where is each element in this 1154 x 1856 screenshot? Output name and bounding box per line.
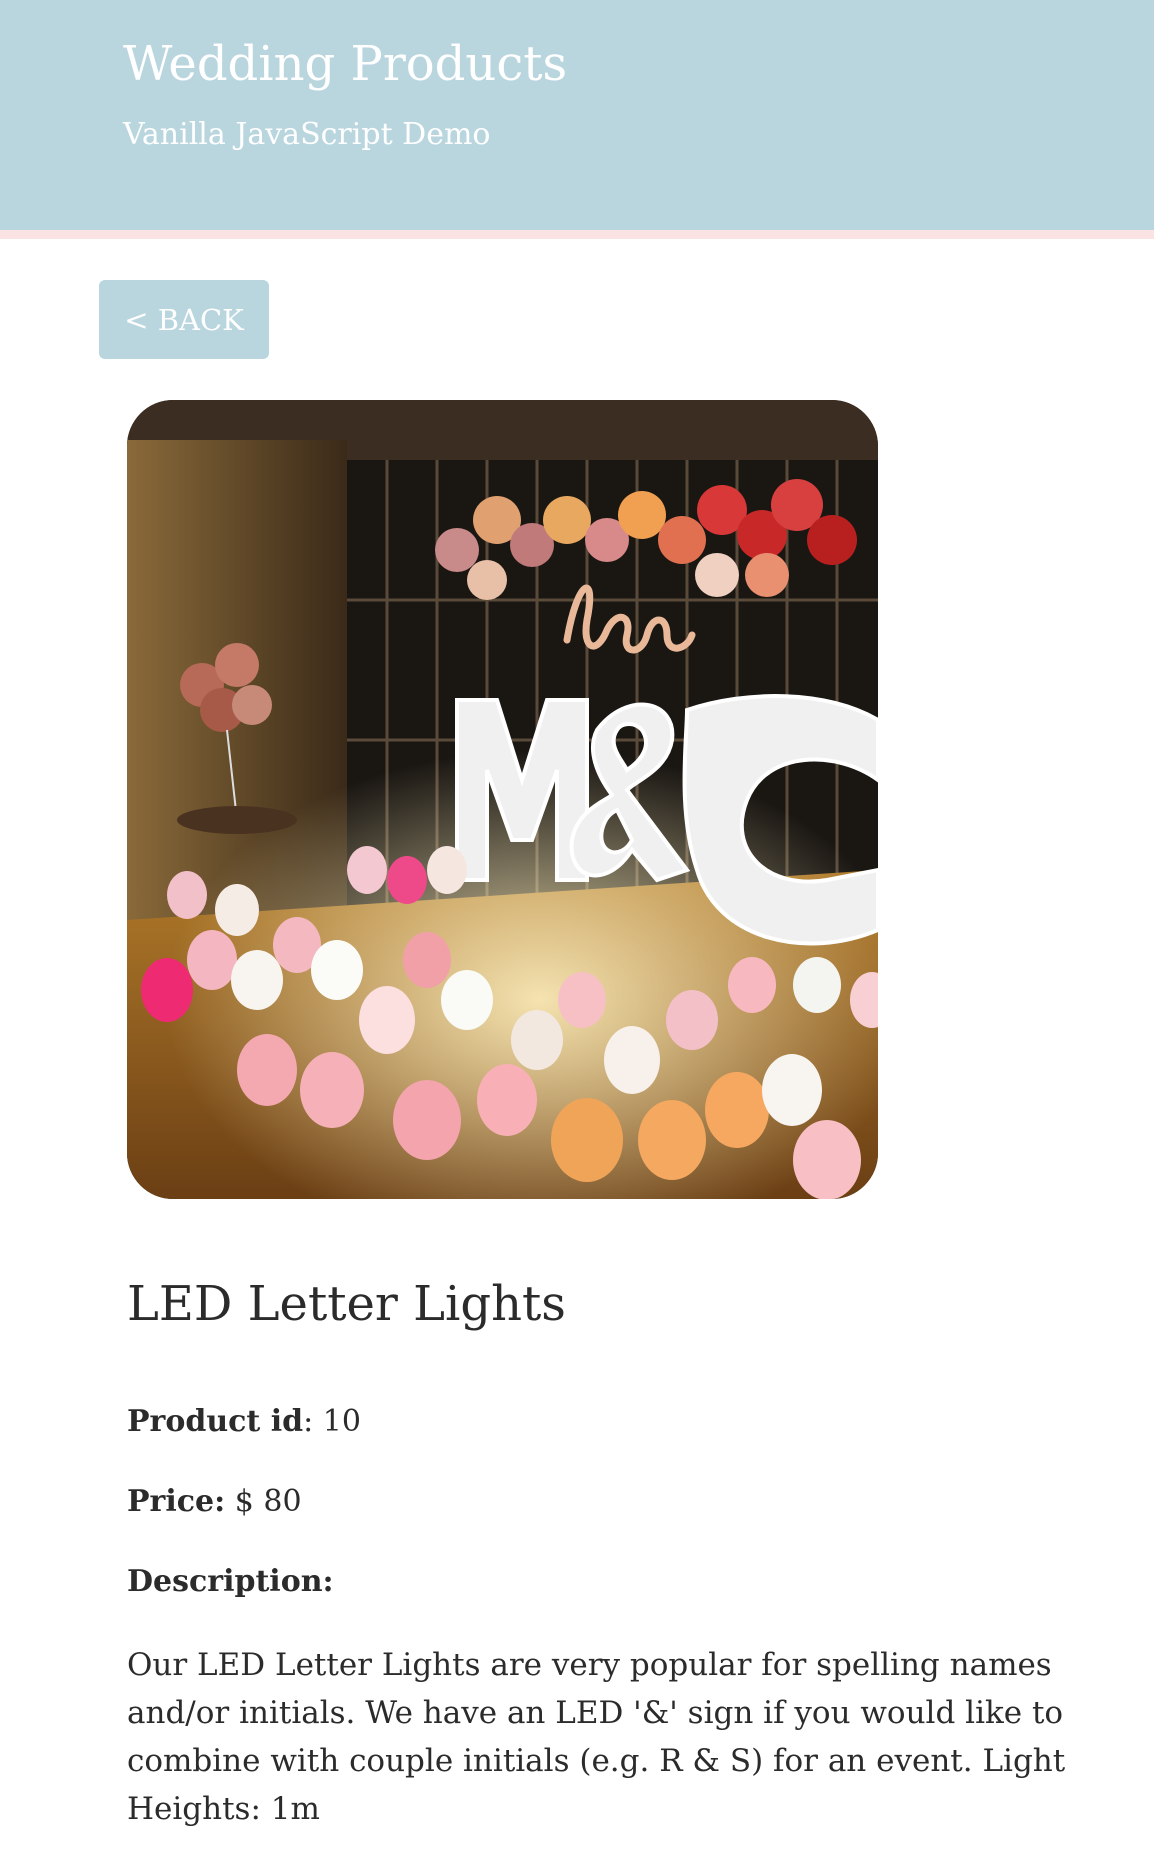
led-letter-lights-photo-icon	[127, 400, 878, 1199]
product-price-line: Price: $ 80	[127, 1484, 302, 1519]
product-description-label: Description:	[127, 1564, 334, 1599]
product-id-line: Product id: 10	[127, 1404, 361, 1439]
site-header: Wedding Products Vanilla JavaScript Demo	[0, 0, 1154, 239]
product-title: LED Letter Lights	[127, 1276, 566, 1332]
site-subtitle: Vanilla JavaScript Demo	[123, 117, 491, 152]
product-price-label: Price:	[127, 1484, 226, 1519]
back-button[interactable]: < BACK	[99, 280, 269, 359]
site-title: Wedding Products	[123, 36, 568, 92]
product-price-value: $ 80	[225, 1484, 302, 1519]
product-image	[127, 400, 878, 1199]
product-description: Our LED Letter Lights are very popular f…	[127, 1647, 1066, 1827]
product-id-label: Product id	[127, 1404, 304, 1439]
product-id-value: : 10	[303, 1404, 361, 1439]
product-description-line: Description:	[127, 1564, 334, 1599]
